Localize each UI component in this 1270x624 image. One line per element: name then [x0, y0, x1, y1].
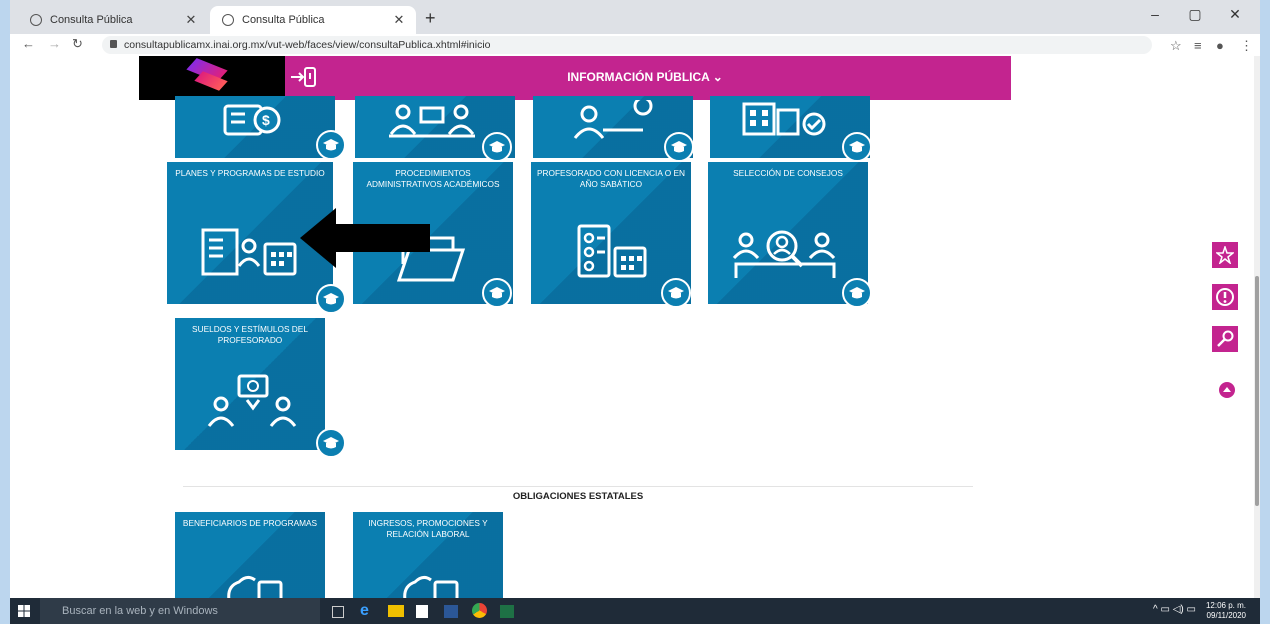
clock[interactable]: 12:06 p. m. 09/11/2020: [1206, 601, 1246, 621]
tab-consulta-publica-1[interactable]: Consulta Pública ✕: [18, 6, 208, 34]
graduation-cap-icon[interactable]: [482, 132, 512, 162]
favorites-button[interactable]: [1212, 242, 1238, 268]
tab-consulta-publica-2[interactable]: Consulta Pública ✕: [210, 6, 416, 34]
minimize-button[interactable]: –: [1140, 6, 1170, 22]
system-tray-icons[interactable]: ^ ▭ ◁) ▭: [1153, 604, 1196, 615]
task-view-icon[interactable]: [332, 606, 344, 618]
tab-title: Consulta Pública: [242, 14, 325, 26]
tab-title: Consulta Pública: [50, 14, 133, 26]
card-label: SELECCIÓN DE CONSEJOS: [733, 168, 843, 178]
tools-button[interactable]: [1212, 326, 1238, 352]
card-sueldos-estimulos[interactable]: SUELDOS Y ESTÍMULOS DEL PROFESORADO: [175, 318, 325, 450]
profile-icon[interactable]: ●: [1216, 38, 1224, 53]
informacion-publica-menu[interactable]: INFORMACIÓN PÚBLICA ⌄: [139, 70, 1011, 84]
map-list-icon: [403, 575, 459, 598]
store-icon[interactable]: [416, 605, 428, 618]
section-title: OBLIGACIONES ESTATALES: [512, 491, 644, 502]
presenter-icon: [573, 100, 653, 139]
card-label: INGRESOS, PROMOCIONES Y RELACIÓN LABORAL: [368, 518, 488, 539]
globe-icon: [30, 14, 42, 26]
new-tab-button[interactable]: +: [425, 8, 436, 29]
close-icon[interactable]: ✕: [390, 12, 408, 28]
excel-icon[interactable]: [500, 605, 514, 618]
browser-window: Consulta Pública ✕ Consulta Pública ✕ + …: [10, 0, 1260, 624]
exclamation-icon: [1216, 288, 1234, 306]
tab-strip: Consulta Pública ✕ Consulta Pública ✕ + …: [10, 0, 1260, 34]
card-label: SUELDOS Y ESTÍMULOS DEL PROFESORADO: [192, 324, 308, 345]
clock-time: 12:06 p. m.: [1205, 601, 1246, 610]
graduation-cap-icon[interactable]: [664, 132, 694, 162]
graduation-cap-icon[interactable]: [482, 278, 512, 308]
section-divider: [183, 486, 973, 487]
address-bar-row: ← → ↻ consultapublicamx.inai.org.mx/vut-…: [10, 34, 1260, 56]
teacher-calendar-icon: [577, 224, 647, 278]
people-meeting-icon: [389, 104, 475, 138]
star-badge-icon: [1216, 246, 1234, 264]
card-label: PLANES Y PROGRAMAS DE ESTUDIO: [175, 168, 325, 178]
graduation-cap-icon[interactable]: [316, 428, 346, 458]
card-seleccion-consejos[interactable]: SELECCIÓN DE CONSEJOS: [708, 162, 868, 304]
card-ingresos-promociones[interactable]: INGRESOS, PROMOCIONES Y RELACIÓN LABORAL: [353, 512, 503, 598]
close-window-button[interactable]: ✕: [1220, 6, 1250, 23]
scrollbar-thumb[interactable]: [1255, 276, 1259, 506]
url-field[interactable]: consultapublicamx.inai.org.mx/vut-web/fa…: [102, 36, 1152, 54]
scroll-top-button[interactable]: [1219, 382, 1235, 398]
card-label: PROFESORADO CON LICENCIA O EN AÑO SABÁTI…: [537, 168, 685, 189]
svg-text:$: $: [262, 112, 270, 128]
card-label: PROCEDIMIENTOS ADMINISTRATIVOS ACADÉMICO…: [366, 168, 500, 189]
file-explorer-icon[interactable]: [388, 605, 404, 617]
url-text: consultapublicamx.inai.org.mx/vut-web/fa…: [124, 39, 491, 51]
graduation-cap-icon[interactable]: [316, 284, 346, 314]
graduation-cap-icon[interactable]: [842, 132, 872, 162]
windows-taskbar: Buscar en la web y en Windows e ^ ▭ ◁) ▭…: [10, 598, 1260, 624]
back-icon[interactable]: ←: [22, 36, 35, 51]
globe-icon: [222, 14, 234, 26]
wrench-icon: [1217, 330, 1234, 347]
windows-start-icon[interactable]: [18, 605, 30, 617]
arrow-up-icon: [1223, 387, 1231, 392]
edge-icon[interactable]: e: [360, 603, 376, 619]
page-content: INFORMACIÓN PÚBLICA ⌄ $ PLANES Y PROGRAM…: [10, 56, 1260, 598]
card-label: BENEFICIARIOS DE PROGRAMAS: [182, 518, 318, 528]
clock-date: 09/11/2020: [1206, 611, 1246, 620]
alert-button[interactable]: [1212, 284, 1238, 310]
site-header: INFORMACIÓN PÚBLICA ⌄: [139, 56, 1011, 100]
obligation-card[interactable]: $: [175, 96, 335, 158]
map-list-icon: [227, 575, 283, 598]
reload-icon[interactable]: ↻: [72, 36, 83, 52]
salary-exchange-icon: [207, 374, 297, 427]
graduation-cap-icon[interactable]: [316, 130, 346, 160]
graduation-cap-icon[interactable]: [661, 278, 691, 308]
lock-icon: [110, 40, 117, 48]
word-icon[interactable]: [444, 605, 458, 618]
close-icon[interactable]: ✕: [182, 12, 200, 28]
finance-list-icon: $: [223, 104, 281, 136]
taskbar-search[interactable]: Buscar en la web y en Windows: [40, 598, 320, 624]
study-plan-icon: [201, 228, 297, 276]
maximize-button[interactable]: ▢: [1180, 6, 1210, 23]
chrome-icon[interactable]: [472, 603, 487, 618]
pointer-arrow: [300, 208, 430, 268]
card-beneficiarios[interactable]: BENEFICIARIOS DE PROGRAMAS: [175, 512, 325, 598]
star-icon[interactable]: ☆: [1170, 38, 1182, 54]
building-check-icon: [742, 102, 826, 136]
reading-list-icon[interactable]: ≡: [1194, 38, 1202, 53]
menu-icon[interactable]: ⋮: [1240, 38, 1253, 54]
graduation-cap-icon[interactable]: [842, 278, 872, 308]
forward-icon[interactable]: →: [48, 36, 61, 51]
council-search-icon: [732, 230, 836, 278]
